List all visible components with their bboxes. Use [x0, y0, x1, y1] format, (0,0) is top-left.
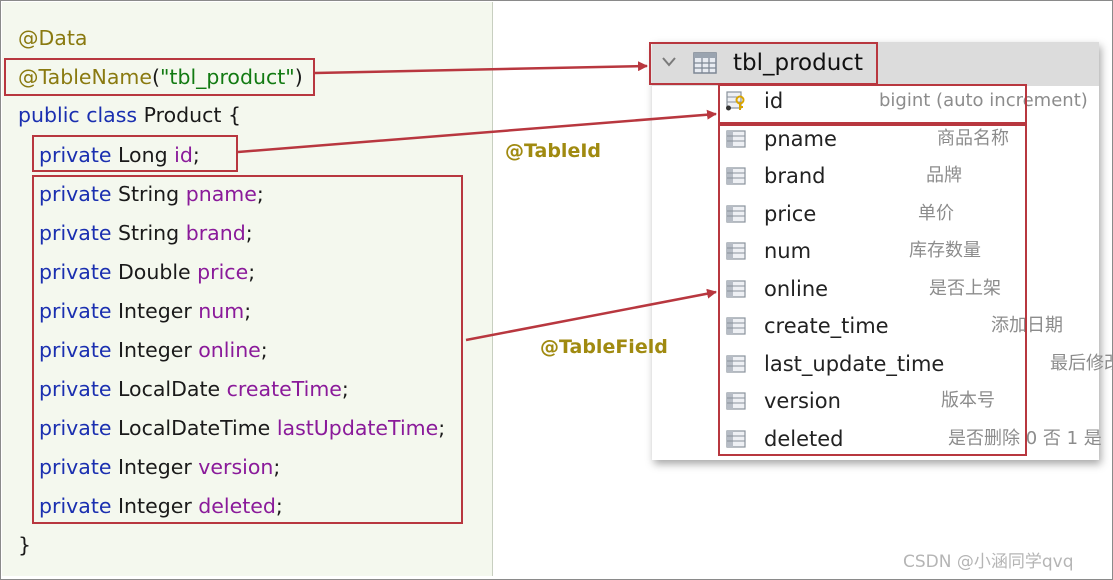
tablefield-arrow	[465, 288, 717, 342]
tableid-label: @TableId	[505, 140, 602, 162]
mapping-arrows	[237, 61, 717, 342]
tablefield-label: @TableField	[540, 336, 668, 358]
tableid-arrow	[237, 109, 717, 154]
tablename-arrow	[314, 61, 648, 75]
watermark: CSDN @小涵同学qvq	[903, 552, 1074, 572]
